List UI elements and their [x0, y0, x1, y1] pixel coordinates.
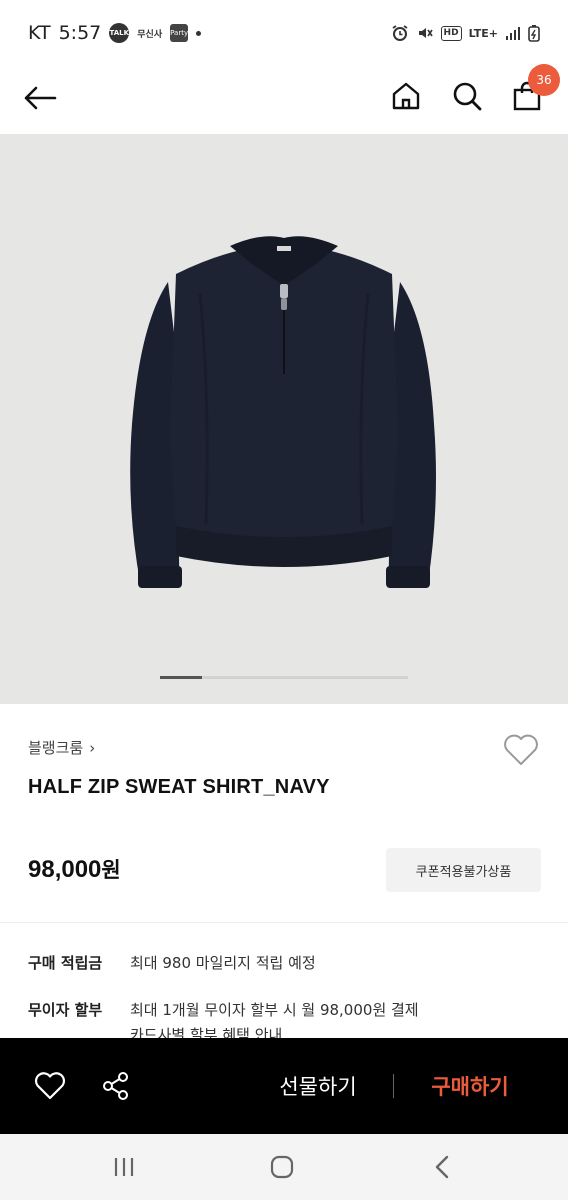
product-photo: [130, 236, 436, 588]
points-label: 구매 적립금: [28, 954, 103, 972]
purchase-action-bar: 선물하기 구매하기: [0, 1038, 568, 1134]
action-divider: [393, 1074, 394, 1098]
carousel-indicator: [160, 676, 408, 679]
buy-button[interactable]: 구매하기: [410, 1062, 530, 1110]
arrow-left-icon: [24, 86, 57, 110]
lte-icon: LTE+: [468, 26, 498, 40]
gift-button[interactable]: 선물하기: [258, 1062, 378, 1110]
recent-apps-icon: [114, 1158, 134, 1176]
alarm-icon: [392, 25, 408, 41]
app-header: 36: [0, 64, 568, 134]
installment-label: 무이자 할부: [28, 1001, 103, 1019]
search-button[interactable]: [447, 76, 487, 116]
price-number: 98,000: [28, 856, 102, 883]
product-name: HALF ZIP SWEAT SHIRT_NAVY: [28, 776, 330, 798]
home-button[interactable]: [386, 76, 426, 116]
status-right: HD LTE+: [391, 24, 540, 42]
home-circle-icon: [270, 1155, 294, 1179]
product-image-carousel[interactable]: [0, 134, 568, 704]
system-nav-bar: [0, 1134, 568, 1200]
chevron-left-icon: [435, 1155, 449, 1179]
signal-icon: [506, 27, 520, 40]
product-price: 98,000원: [28, 854, 121, 884]
home-icon: [392, 82, 420, 110]
brand-name: 블랭크룸: [28, 739, 84, 757]
recent-apps-button[interactable]: [104, 1147, 144, 1187]
battery-icon: [528, 25, 540, 42]
app-notification-icon: 무신사: [137, 29, 163, 40]
carrier-label: KT: [28, 22, 51, 44]
coupon-status-button[interactable]: 쿠폰적용불가상품: [386, 848, 541, 892]
cart-count-badge: 36: [528, 64, 560, 96]
talk-icon: TALK: [109, 23, 130, 43]
heart-icon: [504, 734, 538, 765]
dot-icon: [196, 30, 202, 36]
share-button[interactable]: [96, 1066, 136, 1106]
app-notification-icon: Party: [170, 24, 189, 42]
status-bar: KT 5:57 TALK 무신사 Party HD LTE+: [0, 0, 568, 66]
clock: 5:57: [58, 22, 102, 44]
brand-link[interactable]: 블랭크룸 ›: [28, 737, 95, 758]
back-button[interactable]: [20, 78, 60, 118]
carousel-indicator-active: [160, 676, 202, 679]
heart-icon: [34, 1072, 66, 1100]
share-icon: [103, 1072, 128, 1100]
system-back-button[interactable]: [422, 1147, 462, 1187]
points-value: 최대 980 마일리지 적립 예정: [130, 954, 316, 972]
wishlist-button[interactable]: [501, 730, 541, 770]
mute-icon: [418, 28, 433, 38]
chevron-right-icon: ›: [89, 738, 96, 757]
price-unit: 원: [101, 858, 121, 882]
hd-icon: HD: [440, 25, 462, 41]
search-icon: [453, 82, 482, 111]
installment-value: 최대 1개월 무이자 할부 시 월 98,000원 결제: [130, 1001, 419, 1019]
section-divider: [0, 922, 568, 923]
wishlist-bar-button[interactable]: [30, 1066, 70, 1106]
status-left: KT 5:57 TALK 무신사 Party: [28, 22, 202, 44]
system-home-button[interactable]: [262, 1147, 302, 1187]
